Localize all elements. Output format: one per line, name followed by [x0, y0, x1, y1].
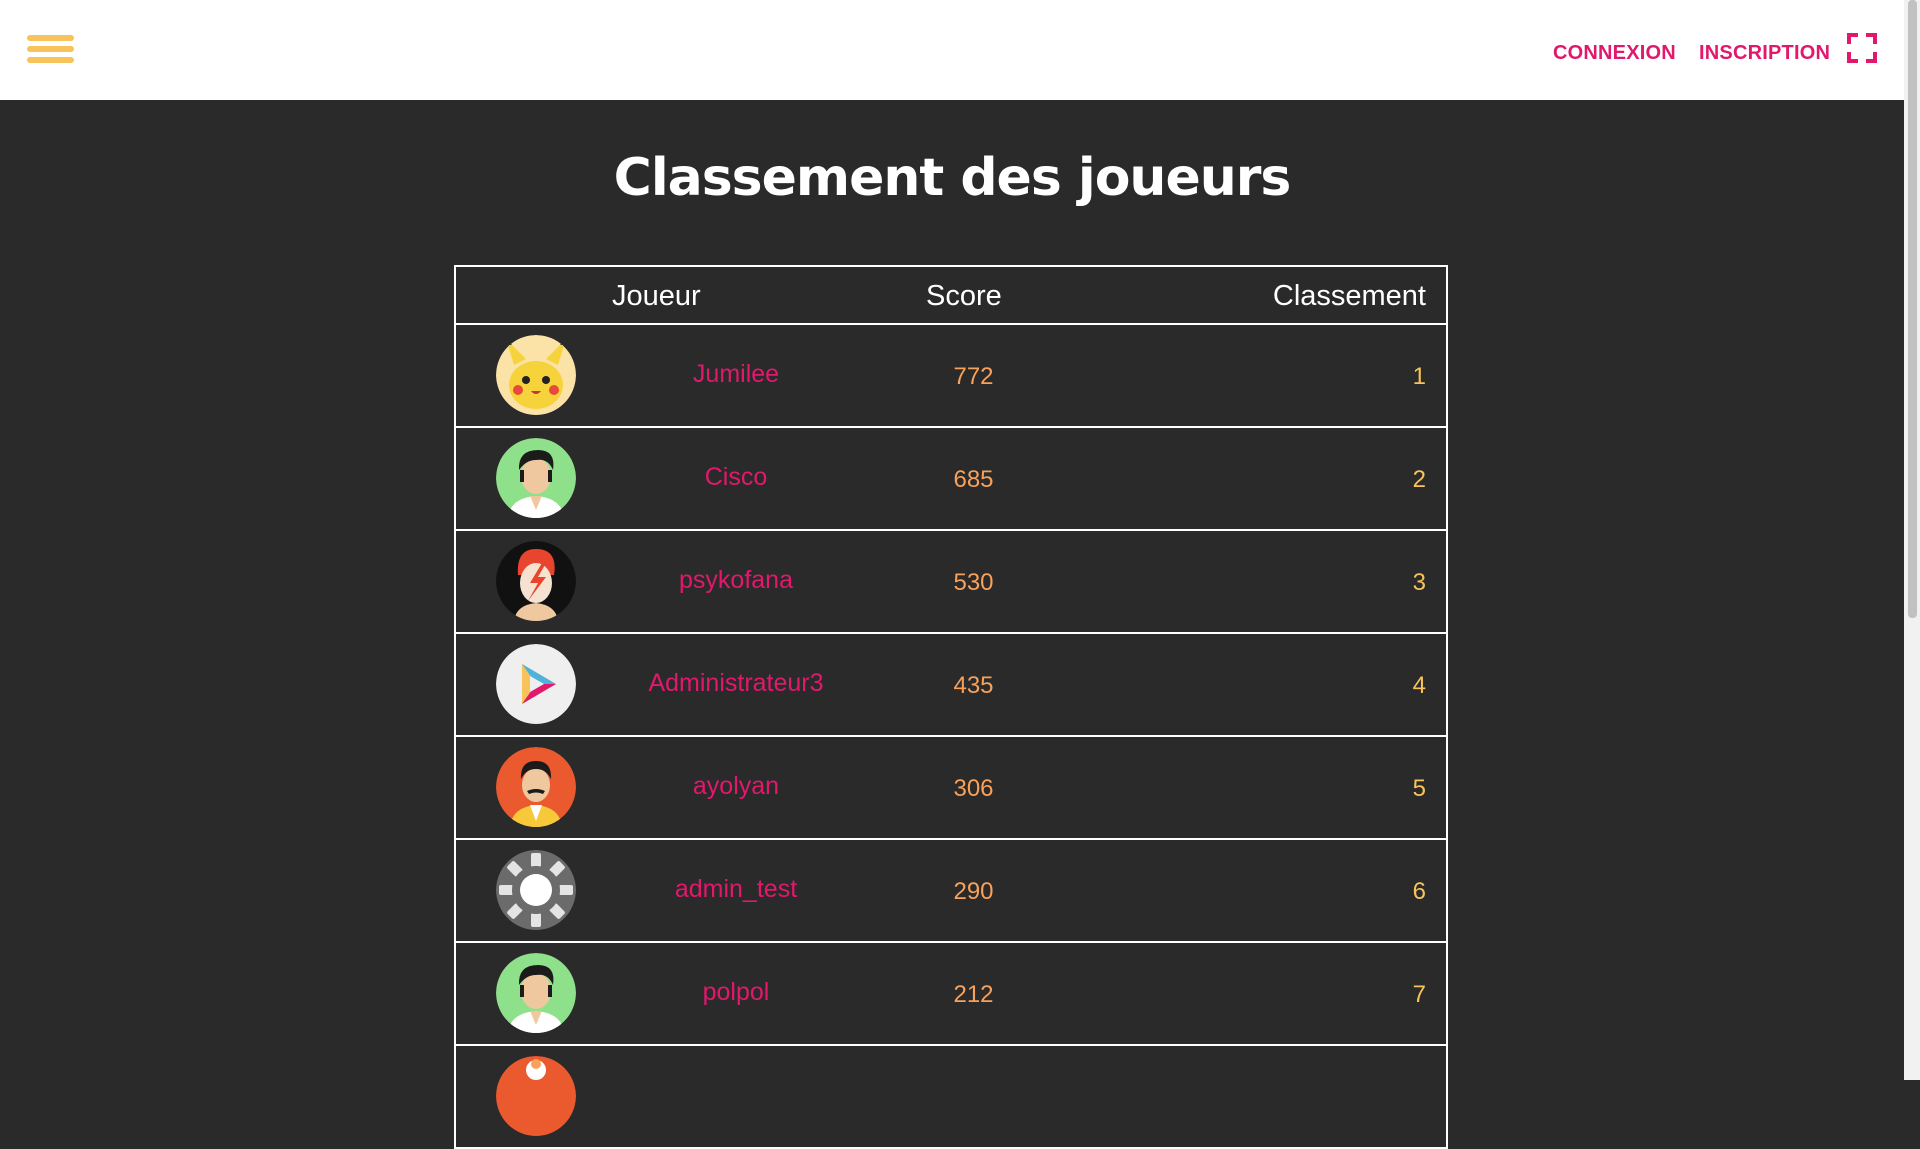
table-row: ayolyan 306 5	[454, 735, 1448, 840]
table-row: Jumilee 772 1	[454, 323, 1448, 428]
table-row: Cisco 685 2	[454, 426, 1448, 531]
page-scrollbar[interactable]	[1904, 0, 1920, 1080]
player-score: 435	[953, 672, 994, 699]
table-row: Administrateur3 435 4	[454, 632, 1448, 737]
table-row	[454, 1044, 1448, 1149]
table-row: psykofana 530 3	[454, 529, 1448, 634]
player-name[interactable]: polpol	[606, 978, 866, 1007]
player-score: 685	[953, 466, 994, 493]
player-name[interactable]: admin_test	[606, 875, 866, 904]
elvis-avatar[interactable]	[496, 438, 576, 518]
player-name[interactable]: Cisco	[606, 463, 866, 492]
player-rank: 2	[1412, 466, 1426, 493]
player-score: 772	[953, 363, 994, 390]
player-name[interactable]: Jumilee	[606, 360, 866, 389]
gear-avatar[interactable]	[496, 850, 576, 930]
player-rank: 3	[1412, 569, 1426, 596]
table-row: polpol 212 7	[454, 941, 1448, 1046]
elvis-avatar[interactable]	[496, 953, 576, 1033]
player-rank: 1	[1412, 363, 1426, 390]
player-score: 290	[953, 878, 994, 905]
scrollbar-thumb[interactable]	[1908, 0, 1917, 618]
play-logo-avatar[interactable]	[496, 644, 576, 724]
column-header-score: Score	[926, 280, 1002, 312]
player-name[interactable]: Administrateur3	[606, 669, 866, 698]
table-header-row: Joueur Score Classement	[454, 265, 1448, 325]
signup-link[interactable]: INSCRIPTION	[1699, 42, 1830, 65]
page-title: Classement des joueurs	[613, 148, 1292, 208]
orange-avatar[interactable]	[496, 1056, 576, 1136]
player-score: 306	[953, 775, 994, 802]
player-score: 212	[953, 981, 994, 1008]
bowie-avatar[interactable]	[496, 541, 576, 621]
player-score: 530	[953, 569, 994, 596]
hamburger-menu-icon[interactable]	[27, 35, 74, 64]
table-row: admin_test 290 6	[454, 838, 1448, 943]
player-name[interactable]: psykofana	[606, 566, 866, 595]
leaderboard-table: Joueur Score Classement Jumilee 772 1 Ci…	[454, 265, 1448, 1149]
fullscreen-icon[interactable]	[1847, 33, 1877, 63]
player-rank: 7	[1412, 981, 1426, 1008]
freddie-avatar[interactable]	[496, 747, 576, 827]
top-navbar: CONNEXION INSCRIPTION	[0, 0, 1904, 100]
column-header-rank: Classement	[1272, 280, 1426, 312]
login-link[interactable]: CONNEXION	[1553, 42, 1676, 65]
column-header-player: Joueur	[612, 280, 701, 312]
player-name[interactable]: ayolyan	[606, 772, 866, 801]
pikachu-avatar[interactable]	[496, 335, 576, 415]
player-rank: 5	[1412, 775, 1426, 802]
player-rank: 4	[1412, 672, 1426, 699]
player-rank: 6	[1412, 878, 1426, 905]
